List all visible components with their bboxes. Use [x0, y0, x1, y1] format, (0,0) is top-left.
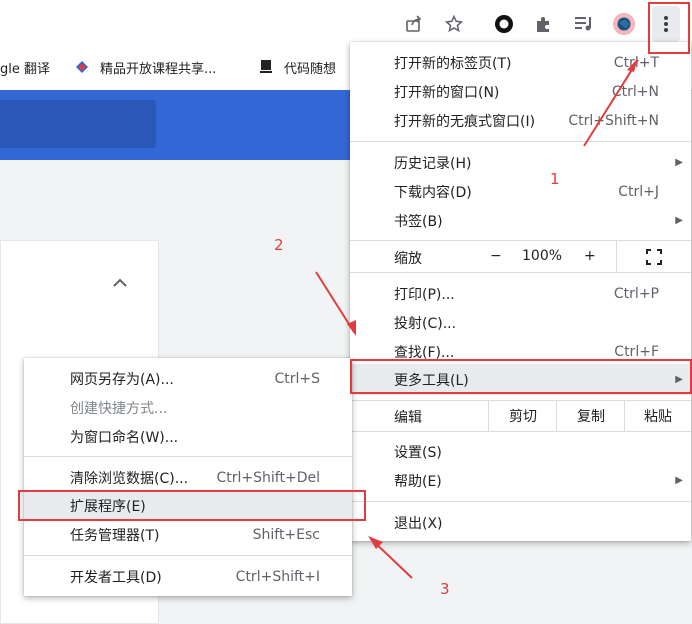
highlight-box-more-tools [350, 359, 692, 394]
menu-new-tab[interactable]: 打开新的标签页(T) Ctrl+T [350, 48, 691, 77]
edit-row: 编辑 剪切 复制 粘贴 [350, 400, 691, 431]
fullscreen-button[interactable] [616, 241, 691, 272]
menu-divider [350, 141, 691, 142]
submenu-arrow-icon: ▶ [675, 215, 683, 226]
highlight-box-extensions [18, 490, 366, 521]
arrow-to-more-tools [315, 271, 355, 333]
page-search-bar[interactable] [0, 100, 156, 148]
annotation-step-3: 3 [440, 580, 450, 598]
edit-label: 编辑 [394, 410, 422, 426]
menu-divider [24, 456, 352, 457]
menu-history[interactable]: 历史记录(H) ▶ [350, 148, 691, 177]
submenu-save-page[interactable]: 网页另存为(A)... Ctrl+S [24, 364, 352, 393]
submenu-arrow-icon: ▶ [675, 475, 683, 486]
menu-help[interactable]: 帮助(E) ▶ [350, 466, 691, 495]
paste-button[interactable]: 粘贴 [624, 400, 691, 431]
bookmark-courses[interactable]: 精品开放课程共享... [74, 48, 216, 86]
chevron-up-icon[interactable] [113, 273, 127, 292]
zoom-label: 缩放 [394, 251, 422, 267]
bookmark-translate[interactable]: gle 翻译 [0, 48, 50, 86]
share-icon[interactable] [402, 12, 426, 36]
star-icon[interactable] [442, 12, 466, 36]
chrome-main-menu: 打开新的标签页(T) Ctrl+T 打开新的窗口(N) Ctrl+N 打开新的无痕式… [350, 42, 691, 541]
submenu-clear-data[interactable]: 清除浏览数据(C)... Ctrl+Shift+Del [24, 463, 352, 492]
menu-divider [350, 501, 691, 502]
zoom-value: 100% [522, 248, 563, 264]
arrow-to-extensions [371, 539, 413, 579]
submenu-task-manager[interactable]: 任务管理器(T) Shift+Esc [24, 520, 352, 549]
menu-new-incognito[interactable]: 打开新的无痕式窗口(I) Ctrl+Shift+N [350, 106, 691, 135]
menu-divider [350, 431, 691, 432]
menu-new-window[interactable]: 打开新的窗口(N) Ctrl+N [350, 77, 691, 106]
puzzle-icon[interactable] [532, 12, 556, 36]
more-tools-submenu: 网页另存为(A)... Ctrl+S 创建快捷方式... 为窗口命名(W)... … [24, 358, 352, 596]
profile-avatar[interactable] [612, 12, 636, 36]
submenu-dev-tools[interactable]: 开发者工具(D) Ctrl+Shift+I [24, 562, 352, 591]
menu-print[interactable]: 打印(P)... Ctrl+P [350, 279, 691, 308]
copy-button[interactable]: 复制 [556, 400, 625, 431]
zoom-in-button[interactable]: + [584, 248, 596, 264]
annotation-step-1: 1 [550, 170, 560, 188]
bookmark-label: gle 翻译 [0, 61, 50, 77]
zoom-out-button[interactable]: − [490, 248, 502, 264]
menu-divider [24, 555, 352, 556]
submenu-arrow-icon: ▶ [675, 157, 683, 168]
highlight-box-more-button [648, 2, 690, 54]
menu-cast[interactable]: 投射(C)... [350, 308, 691, 337]
menu-exit[interactable]: 退出(X) [350, 508, 691, 537]
bookmark-label: 代码随想 [284, 61, 337, 77]
browser-toolbar [0, 0, 692, 48]
menu-downloads[interactable]: 下载内容(D) Ctrl+J [350, 177, 691, 206]
code-favicon-icon [258, 59, 274, 75]
cut-button[interactable]: 剪切 [488, 400, 557, 431]
annotation-step-2: 2 [274, 236, 284, 254]
submenu-create-shortcut: 创建快捷方式... [70, 400, 168, 417]
menu-divider [350, 272, 691, 273]
courses-favicon-icon [74, 59, 90, 75]
zoom-row: 缩放 − 100% + [350, 241, 691, 272]
menu-bookmarks[interactable]: 书签(B) ▶ [350, 206, 691, 235]
media-control-icon[interactable] [572, 12, 596, 36]
submenu-name-window[interactable]: 为窗口命名(W)... [24, 422, 352, 451]
fullscreen-icon [646, 248, 662, 265]
extension-circle-icon[interactable] [492, 12, 516, 36]
menu-settings[interactable]: 设置(S) [350, 437, 691, 466]
page-header [0, 90, 350, 160]
bookmark-code[interactable]: 代码随想 [258, 48, 336, 86]
bookmark-label: 精品开放课程共享... [100, 61, 217, 77]
